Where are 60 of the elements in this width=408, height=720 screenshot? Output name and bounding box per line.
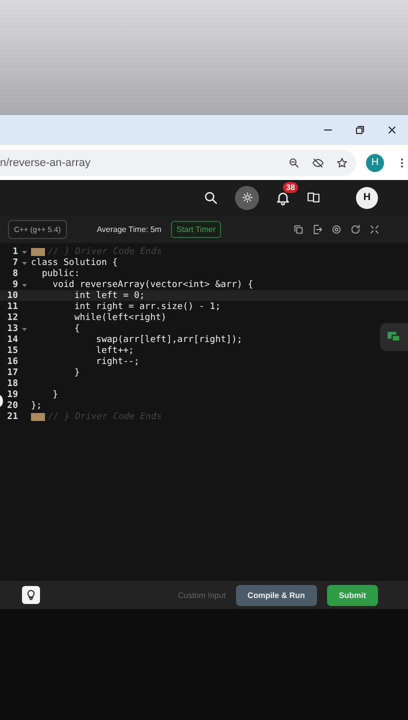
line-number: 11	[6, 302, 18, 312]
notification-badge: 38	[283, 182, 298, 192]
line-number: 19	[6, 390, 18, 400]
code-text: };	[31, 400, 42, 410]
expand-icon[interactable]	[369, 224, 380, 234]
settings-icon[interactable]	[331, 224, 342, 234]
code-text: right--;	[95, 356, 140, 366]
bell-icon[interactable]	[275, 190, 291, 206]
fold-icon[interactable]	[22, 250, 27, 254]
sun-icon[interactable]	[242, 192, 252, 203]
code-text: swap(arr[left],arr[right]);	[95, 334, 242, 344]
submit-button[interactable]: Submit	[326, 584, 378, 606]
code-text: int left = 0;	[73, 290, 145, 300]
lightbulb-icon[interactable]	[25, 589, 37, 601]
code-text: }	[52, 390, 58, 400]
fold-marker[interactable]	[31, 248, 45, 256]
line-number: 16	[6, 356, 18, 366]
code-text: public:	[40, 268, 80, 278]
line-number: 7	[12, 258, 18, 268]
line-number: 8	[12, 268, 18, 278]
code-text: class Solution {	[31, 258, 118, 268]
chat-button[interactable]	[380, 323, 408, 351]
line-number: 21	[6, 412, 18, 422]
theme-toggle[interactable]	[235, 186, 259, 210]
fold-marker[interactable]	[31, 412, 45, 420]
line-number: 20	[6, 400, 18, 410]
star-icon[interactable]	[336, 156, 348, 168]
average-time: Average Time: 5m	[96, 224, 162, 234]
code-text: int right = arr.size() - 1;	[73, 302, 221, 312]
compile-run-button[interactable]: Compile & Run	[236, 584, 317, 606]
fold-icon[interactable]	[22, 284, 27, 286]
line-number: 17	[6, 368, 18, 378]
translate-icon[interactable]	[307, 191, 320, 204]
line-number: 10	[6, 290, 18, 300]
restore-icon[interactable]	[354, 124, 366, 136]
code-text: while(left<right)	[73, 312, 166, 322]
fold-icon[interactable]	[22, 262, 27, 264]
line-number: 9	[12, 280, 18, 290]
start-timer-button[interactable]: Start Timer	[171, 220, 221, 238]
user-avatar[interactable]: H	[356, 186, 378, 208]
profile-avatar[interactable]: H	[366, 154, 384, 172]
line-number: 15	[6, 346, 18, 356]
search-icon[interactable]	[203, 190, 219, 206]
line-number: 14	[6, 334, 18, 344]
reload-icon[interactable]	[350, 224, 361, 234]
file-export-icon[interactable]	[312, 224, 323, 234]
code-text: left++;	[95, 346, 134, 356]
fold-icon[interactable]	[22, 328, 27, 330]
line-number: 12	[6, 312, 18, 322]
hint-button[interactable]	[22, 586, 40, 604]
zoom-out-icon[interactable]	[288, 156, 300, 168]
line-number: 13	[6, 324, 18, 334]
code-text: void reverseArray(vector<int> &arr) {	[52, 280, 254, 290]
close-icon[interactable]	[386, 124, 398, 136]
code-text: {	[73, 324, 80, 334]
code-text: }	[73, 368, 80, 378]
line-number: 1	[12, 246, 18, 256]
copy-icon[interactable]	[293, 224, 304, 234]
eye-slash-icon[interactable]	[312, 156, 324, 168]
line-number: 18	[6, 378, 18, 388]
